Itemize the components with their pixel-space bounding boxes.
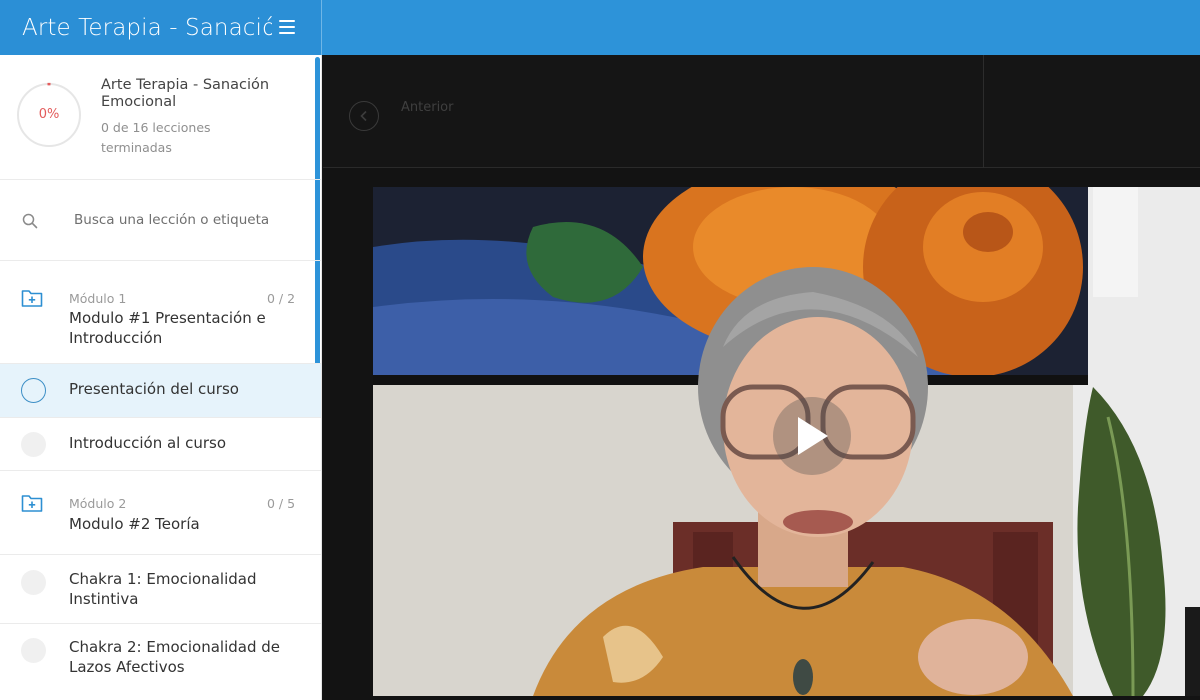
lesson-navigation: Anterior xyxy=(323,55,1200,168)
course-header-title: Arte Terapia - Sanación Emocional xyxy=(22,14,272,41)
play-icon xyxy=(798,417,828,455)
module-label: Módulo 2 xyxy=(69,496,127,511)
search-icon xyxy=(22,213,38,229)
chevron-left-icon xyxy=(360,110,367,122)
nav-divider xyxy=(983,55,984,168)
hamburger-menu-icon[interactable] xyxy=(279,20,295,34)
search-input[interactable] xyxy=(74,206,304,234)
folder-plus-icon xyxy=(21,290,43,307)
lesson-item-introduccion[interactable]: Introducción al curso xyxy=(0,418,321,471)
course-title: Arte Terapia - Sanación Emocional xyxy=(101,77,270,110)
folder-plus-icon xyxy=(21,495,43,512)
module-2-header[interactable]: Módulo 2 0 / 5 Modulo #2 Teoría xyxy=(0,471,321,555)
lesson-item-chakra-1[interactable]: Chakra 1: Emocionalidad Instintiva xyxy=(0,555,321,624)
module-progress-count: 0 / 2 xyxy=(267,291,296,306)
module-title: Modulo #2 Teoría xyxy=(69,515,200,533)
progress-ring: 0% xyxy=(16,82,82,148)
app: Arte Terapia - Sanación Emocional 0% Art… xyxy=(0,0,1200,700)
progress-percent: 0% xyxy=(38,107,60,122)
module-title: Modulo #1 Presentación e Introducción xyxy=(69,309,266,347)
course-progress: 0% Arte Terapia - Sanación Emocional 0 d… xyxy=(0,55,321,180)
lesson-title: Presentación del curso xyxy=(69,380,239,398)
module-label: Módulo 1 xyxy=(69,291,127,306)
lesson-title: Introducción al curso xyxy=(69,434,227,452)
play-button[interactable] xyxy=(773,397,851,475)
lesson-item-presentacion[interactable]: Presentación del curso xyxy=(0,364,321,418)
lesson-title: Chakra 1: Emocionalidad Instintiva xyxy=(69,570,257,608)
lesson-title: Chakra 2: Emocionalidad de Lazos Afectiv… xyxy=(69,638,280,676)
previous-lesson-label[interactable]: Anterior xyxy=(401,100,453,115)
lesson-item-chakra-2[interactable]: Chakra 2: Emocionalidad de Lazos Afectiv… xyxy=(0,624,321,696)
lesson-search xyxy=(0,180,321,261)
lesson-sidebar: 0% Arte Terapia - Sanación Emocional 0 d… xyxy=(0,55,322,700)
module-progress-count: 0 / 5 xyxy=(267,496,296,511)
video-player[interactable] xyxy=(373,187,1200,696)
module-1-header[interactable]: Módulo 1 0 / 2 Modulo #1 Presentación e … xyxy=(0,261,321,364)
top-bar: Arte Terapia - Sanación Emocional xyxy=(0,0,1200,55)
lesson-status-circle xyxy=(21,638,46,663)
lesson-content: Anterior xyxy=(323,55,1200,700)
lesson-status-circle xyxy=(21,378,46,403)
sidebar-header: Arte Terapia - Sanación Emocional xyxy=(0,0,322,55)
lesson-status-circle xyxy=(21,570,46,595)
lessons-completed: 0 de 16 lecciones terminadas xyxy=(101,120,211,155)
previous-lesson-button[interactable] xyxy=(349,101,379,131)
lesson-status-circle xyxy=(21,432,46,457)
